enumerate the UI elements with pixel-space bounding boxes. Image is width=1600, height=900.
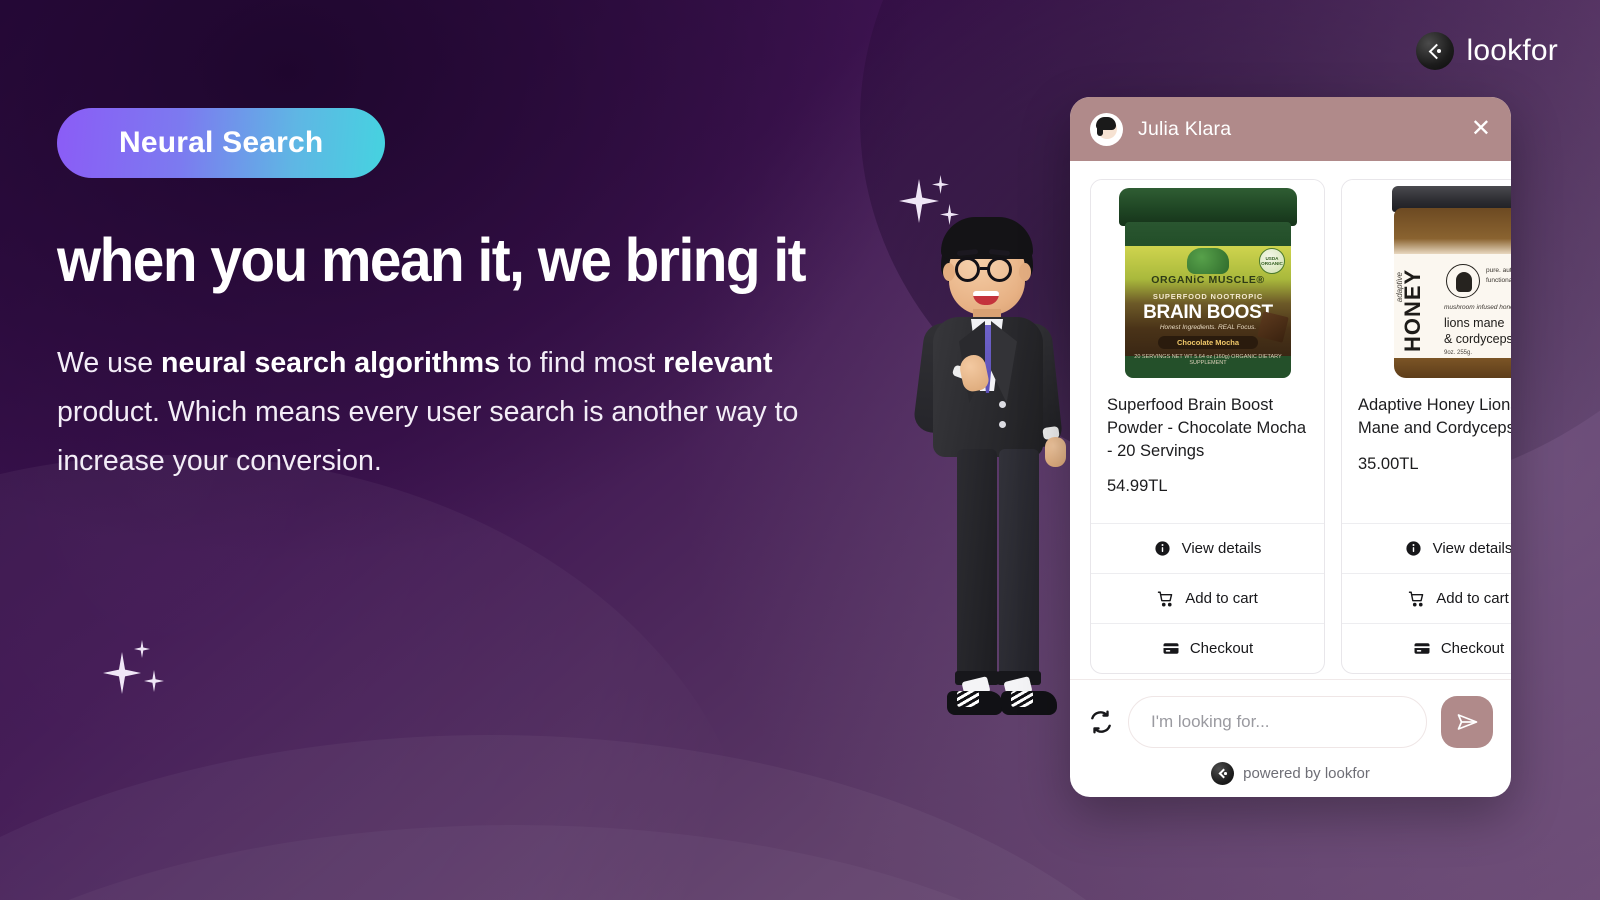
lookfor-chevron-icon xyxy=(1211,762,1235,785)
brand-logo[interactable]: lookfor xyxy=(1415,32,1558,70)
search-input[interactable] xyxy=(1128,696,1427,748)
agent-name: Julia Klara xyxy=(1138,117,1232,140)
product-line1-text: lions mane xyxy=(1444,316,1505,330)
background-wave-c xyxy=(0,825,1190,900)
hero-section: Neural Search when you mean it, we bring… xyxy=(57,108,897,486)
checkout-button[interactable]: Checkout xyxy=(1342,623,1511,673)
sparkle-icon xyxy=(144,670,164,692)
credit-card-icon xyxy=(1413,640,1431,658)
product-actions: View details Add to cart Checkout xyxy=(1342,523,1511,673)
checkout-label: Checkout xyxy=(1189,640,1254,657)
brand-logo-text: lookfor xyxy=(1466,34,1558,67)
sparkle-icon xyxy=(103,652,141,694)
chat-widget-footer: powered by lookfor xyxy=(1070,679,1511,797)
product-brand-text: HONEY xyxy=(1400,268,1425,352)
avatar xyxy=(1090,112,1123,146)
view-details-button[interactable]: View details xyxy=(1342,523,1511,573)
usda-organic-seal: USDA ORGANIC xyxy=(1259,248,1285,274)
hero-desc-bold1: neural search algorithms xyxy=(161,347,500,379)
glasses-icon xyxy=(987,257,1012,282)
checkout-button[interactable]: Checkout xyxy=(1091,623,1324,673)
checkout-label: Checkout xyxy=(1440,640,1505,657)
send-button[interactable] xyxy=(1441,696,1493,748)
powered-by-label: powered by lookfor xyxy=(1243,765,1370,782)
product-netweight-text: 9oz. 255g. xyxy=(1444,350,1473,356)
product-image: adaptive HONEY pure. authentic. function… xyxy=(1342,180,1511,380)
product-card[interactable]: adaptive HONEY pure. authentic. function… xyxy=(1341,179,1511,674)
page-title: when you mean it, we bring it xyxy=(57,226,806,294)
product-title: Adaptive Honey Lions Mane and Cordyceps xyxy=(1358,396,1511,437)
credit-card-icon xyxy=(1162,640,1180,658)
neural-search-badge: Neural Search xyxy=(57,108,386,178)
hero-desc-part3: product. Which means every user search i… xyxy=(57,396,799,478)
hero-desc-part1: We use xyxy=(57,347,162,379)
broccoli-icon xyxy=(1187,248,1229,274)
product-actions: View details Add to cart Checkout xyxy=(1091,523,1324,673)
product-price: 54.99TL xyxy=(1107,477,1168,496)
close-icon[interactable]: ✕ xyxy=(1471,117,1491,141)
sparkle-icon xyxy=(932,175,949,194)
info-icon xyxy=(1154,540,1172,558)
add-to-cart-button[interactable]: Add to cart xyxy=(1091,573,1324,623)
hero-desc-part2: to find most xyxy=(499,347,664,379)
product-flavor-text: Chocolate Mocha xyxy=(1158,336,1258,349)
sparkle-cluster-bottom xyxy=(100,630,170,700)
glasses-icon xyxy=(955,257,980,282)
chat-widget-header: Julia Klara ✕ xyxy=(1070,97,1511,161)
refresh-icon[interactable] xyxy=(1088,709,1114,735)
product-middle-text: mushroom infused honey xyxy=(1444,304,1511,311)
product-subtitle-text: SUPERFOOD NOOTROPIC xyxy=(1152,292,1264,301)
add-to-cart-label: Add to cart xyxy=(1436,590,1509,607)
product-price: 35.00TL xyxy=(1358,454,1419,473)
product-image: USDA ORGANIC ORGANiC MUSCLE® SUPERFOOD N… xyxy=(1091,180,1324,380)
lookfor-chevron-icon xyxy=(1415,32,1454,70)
view-details-label: View details xyxy=(1181,540,1262,557)
product-netweight-text: 20 SERVINGS NET WT 5.64 oz (160g) ORGANI… xyxy=(1134,354,1282,366)
product-brand-text: ORGANiC MUSCLE® xyxy=(1151,274,1265,286)
chat-widget: Julia Klara ✕ USDA ORGANIC ORGANiC MUSCL… xyxy=(1070,97,1511,797)
background-wave-b xyxy=(0,735,1240,900)
product-line2-text: & cordyceps xyxy=(1444,332,1511,346)
sparkle-icon xyxy=(134,640,150,658)
cart-icon xyxy=(1408,590,1426,608)
product-title: Superfood Brain Boost Powder - Chocolate… xyxy=(1107,396,1307,460)
hero-description: We use neural search algorithms to find … xyxy=(57,339,847,486)
product-results-list[interactable]: USDA ORGANIC ORGANiC MUSCLE® SUPERFOOD N… xyxy=(1070,161,1511,679)
roots-apothecary-seal xyxy=(1446,264,1480,298)
3d-businessman-illustration xyxy=(905,205,1070,730)
powered-by-footer: powered by lookfor xyxy=(1088,762,1493,785)
view-details-label: View details xyxy=(1432,540,1511,557)
info-icon xyxy=(1405,540,1423,558)
add-to-cart-label: Add to cart xyxy=(1185,590,1258,607)
cart-icon xyxy=(1157,590,1175,608)
view-details-button[interactable]: View details xyxy=(1091,523,1324,573)
add-to-cart-button[interactable]: Add to cart xyxy=(1342,573,1511,623)
product-sidenote-text: pure. authentic. functional. xyxy=(1486,267,1511,284)
hero-desc-bold2: relevant xyxy=(663,347,773,379)
product-card[interactable]: USDA ORGANIC ORGANiC MUSCLE® SUPERFOOD N… xyxy=(1090,179,1325,674)
